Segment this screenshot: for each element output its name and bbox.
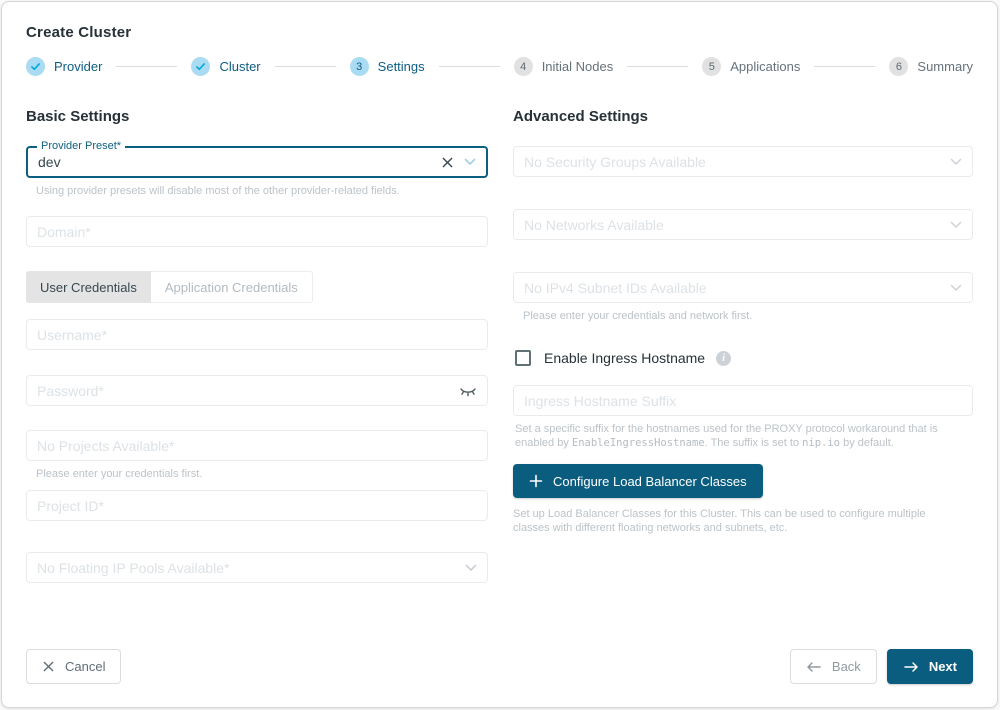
lb-button-label: Configure Load Balancer Classes (553, 474, 747, 489)
ingress-hostname-suffix-field (513, 385, 973, 416)
step-label: Initial Nodes (542, 59, 614, 74)
step-number: 3 (350, 57, 369, 76)
domain-input[interactable] (37, 224, 477, 240)
cancel-label: Cancel (65, 659, 105, 674)
info-icon[interactable]: i (716, 351, 731, 366)
suffix-helper-text: . The suffix is set to (705, 437, 802, 449)
step-cluster[interactable]: Cluster (191, 57, 260, 76)
back-button[interactable]: Back (790, 649, 877, 684)
clear-icon[interactable] (441, 156, 454, 169)
subnets-helper: Please enter your credentials and networ… (513, 309, 973, 323)
next-button[interactable]: Next (887, 649, 973, 684)
project-id-input[interactable] (37, 498, 477, 514)
basic-settings-heading: Basic Settings (26, 108, 488, 125)
back-label: Back (832, 659, 861, 674)
step-label: Cluster (219, 59, 260, 74)
arrow-left-icon (806, 661, 822, 673)
projects-helper: Please enter your credentials first. (26, 467, 488, 481)
step-label: Settings (378, 59, 425, 74)
step-check-icon (26, 57, 45, 76)
suffix-helper-code: nip.io (802, 437, 840, 449)
chevron-down-icon (950, 158, 962, 166)
step-connector (627, 66, 688, 67)
next-label: Next (929, 659, 957, 674)
provider-preset-field[interactable]: Provider Preset* (26, 146, 488, 178)
basic-settings-section: Basic Settings Provider Preset* Using pr… (26, 108, 488, 583)
username-input[interactable] (37, 327, 477, 343)
step-label: Provider (54, 59, 102, 74)
step-connector (814, 66, 875, 67)
configure-load-balancer-classes-button[interactable]: Configure Load Balancer Classes (513, 464, 763, 498)
credentials-tabs: User Credentials Application Credentials (26, 271, 488, 303)
step-applications[interactable]: 5 Applications (702, 57, 800, 76)
step-settings[interactable]: 3 Settings (350, 57, 425, 76)
provider-preset-label: Provider Preset* (37, 140, 125, 153)
lb-helper: Set up Load Balancer Classes for this Cl… (513, 507, 965, 535)
provider-preset-input[interactable] (38, 154, 441, 170)
security-groups-select[interactable]: No Security Groups Available (513, 146, 973, 177)
username-field (26, 319, 488, 350)
provider-preset-helper: Using provider presets will disable most… (26, 184, 488, 198)
close-icon (42, 660, 55, 673)
wizard-stepper: Provider Cluster 3 Settings 4 Initial No… (26, 57, 973, 76)
step-number: 5 (702, 57, 721, 76)
step-label: Summary (917, 59, 973, 74)
ingress-hostname-suffix-input[interactable] (524, 393, 962, 409)
step-provider[interactable]: Provider (26, 57, 102, 76)
step-initial-nodes[interactable]: 4 Initial Nodes (514, 57, 614, 76)
step-connector (116, 66, 177, 67)
password-field (26, 375, 488, 406)
page-title: Create Cluster (26, 24, 973, 41)
security-groups-placeholder: No Security Groups Available (524, 154, 942, 170)
floating-ip-pools-placeholder: No Floating IP Pools Available* (37, 560, 457, 576)
step-check-icon (191, 57, 210, 76)
arrow-right-icon (903, 661, 919, 673)
ipv4-subnet-ids-select[interactable]: No IPv4 Subnet IDs Available (513, 272, 973, 303)
suffix-helper-code: EnableIngressHostname (572, 437, 705, 449)
project-id-field (26, 490, 488, 521)
cancel-button[interactable]: Cancel (26, 649, 121, 684)
advanced-settings-heading: Advanced Settings (513, 108, 973, 125)
networks-placeholder: No Networks Available (524, 217, 942, 233)
step-summary[interactable]: 6 Summary (889, 57, 973, 76)
chevron-down-icon (465, 564, 477, 572)
enable-ingress-hostname-label: Enable Ingress Hostname (544, 350, 705, 366)
chevron-down-icon (950, 284, 962, 292)
ipv4-subnet-ids-placeholder: No IPv4 Subnet IDs Available (524, 280, 942, 296)
suffix-helper: Set a specific suffix for the hostnames … (513, 422, 973, 450)
chevron-down-icon (950, 221, 962, 229)
step-number: 6 (889, 57, 908, 76)
domain-field (26, 216, 488, 247)
advanced-settings-section: Advanced Settings No Security Groups Ava… (513, 108, 973, 583)
tab-user-credentials[interactable]: User Credentials (26, 271, 151, 303)
enable-ingress-hostname-row: Enable Ingress Hostname i (515, 350, 973, 366)
chevron-down-icon[interactable] (464, 158, 476, 166)
step-connector (439, 66, 500, 67)
step-number: 4 (514, 57, 533, 76)
networks-select[interactable]: No Networks Available (513, 209, 973, 240)
floating-ip-pools-select[interactable]: No Floating IP Pools Available* (26, 552, 488, 583)
password-input[interactable] (37, 383, 459, 399)
create-cluster-wizard: Create Cluster Provider Cluster 3 Settin… (1, 1, 998, 708)
projects-input[interactable] (37, 438, 477, 454)
tab-application-credentials[interactable]: Application Credentials (151, 271, 313, 303)
step-connector (275, 66, 336, 67)
enable-ingress-hostname-checkbox[interactable] (515, 350, 531, 366)
suffix-helper-text: by default. (840, 437, 894, 449)
eye-off-icon[interactable] (459, 385, 477, 397)
plus-icon (529, 474, 543, 488)
wizard-footer: Cancel Back Next (26, 649, 973, 684)
step-label: Applications (730, 59, 800, 74)
projects-field (26, 430, 488, 461)
